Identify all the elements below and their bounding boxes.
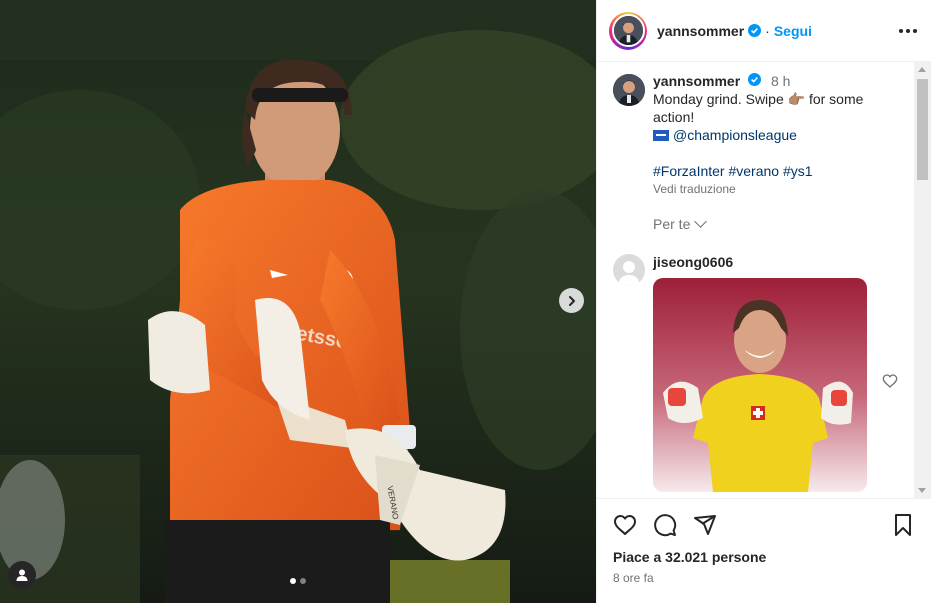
- likes-count[interactable]: Piace a 32.021 persone: [613, 549, 915, 565]
- commenter-username[interactable]: jiseong0606: [653, 254, 867, 270]
- comment-icon[interactable]: [653, 513, 677, 537]
- share-icon[interactable]: [693, 513, 717, 537]
- comment-image: [653, 278, 867, 492]
- champions-league-icon: [653, 130, 669, 141]
- comment-body: jiseong0606: [653, 254, 867, 492]
- chevron-right-icon: [568, 295, 575, 306]
- author-avatar[interactable]: [611, 14, 645, 47]
- caption-line: Monday grind. Swipe 👉🏽 for some action!: [653, 91, 864, 125]
- bookmark-icon[interactable]: [891, 513, 915, 537]
- slide-indicator: [0, 578, 596, 584]
- post-media[interactable]: betsson VERANO: [0, 0, 596, 603]
- user-tag-icon: [16, 569, 28, 581]
- heart-icon[interactable]: [613, 513, 637, 537]
- post-timestamp[interactable]: 8 ore fa: [613, 571, 915, 585]
- header-names: yannsommer · Segui: [657, 23, 812, 39]
- see-translation-link[interactable]: Vedi traduzione: [653, 180, 893, 198]
- more-options-icon: [899, 28, 903, 33]
- author-username[interactable]: yannsommer: [657, 23, 744, 39]
- comments-scrollbar[interactable]: [914, 62, 931, 498]
- follow-button[interactable]: Segui: [774, 23, 812, 39]
- slide-dot-1: [290, 578, 296, 584]
- caption-time[interactable]: 8 h: [771, 73, 790, 89]
- user-tag-button[interactable]: [8, 561, 36, 589]
- caption-text: yannsommer 8 h Monday grind. Swipe 👉🏽 fo…: [653, 72, 893, 198]
- caption-username[interactable]: yannsommer: [653, 73, 740, 89]
- comments-section[interactable]: yannsommer 8 h Monday grind. Swipe 👉🏽 fo…: [597, 62, 931, 498]
- slide-dot-2: [300, 578, 306, 584]
- comment: jiseong0606: [613, 254, 915, 492]
- scroll-up-arrow[interactable]: [918, 67, 926, 72]
- verified-badge-icon: [748, 73, 762, 86]
- instagram-post: betsson VERANO yannsommer · Segui yannso…: [0, 0, 931, 603]
- post-actions: Piace a 32.021 persone 8 ore fa: [597, 498, 931, 602]
- next-slide-button[interactable]: [559, 288, 584, 313]
- scroll-down-arrow[interactable]: [918, 488, 926, 493]
- story-ring[interactable]: [609, 11, 647, 50]
- more-options-button[interactable]: [897, 23, 919, 39]
- separator: ·: [765, 22, 770, 39]
- post-photo: betsson VERANO: [0, 0, 596, 603]
- caption-avatar[interactable]: [613, 74, 645, 106]
- comment-like-heart-icon[interactable]: [882, 373, 898, 389]
- caption: yannsommer 8 h Monday grind. Swipe 👉🏽 fo…: [613, 72, 915, 198]
- action-bar: [613, 499, 915, 551]
- chevron-down-icon: [694, 215, 708, 228]
- per-te-toggle[interactable]: Per te: [653, 215, 915, 232]
- commenter-avatar[interactable]: [613, 254, 645, 286]
- per-te-label: Per te: [653, 216, 691, 232]
- hashtags[interactable]: #ForzaInter #verano #ys1: [653, 162, 893, 180]
- verified-badge-icon: [748, 24, 762, 37]
- post-side-panel: yannsommer · Segui yannsommer 8 h Monday…: [596, 0, 931, 603]
- post-header: yannsommer · Segui: [597, 0, 931, 62]
- scroll-thumb[interactable]: [917, 79, 928, 180]
- mention-link[interactable]: @championsleague: [673, 127, 797, 143]
